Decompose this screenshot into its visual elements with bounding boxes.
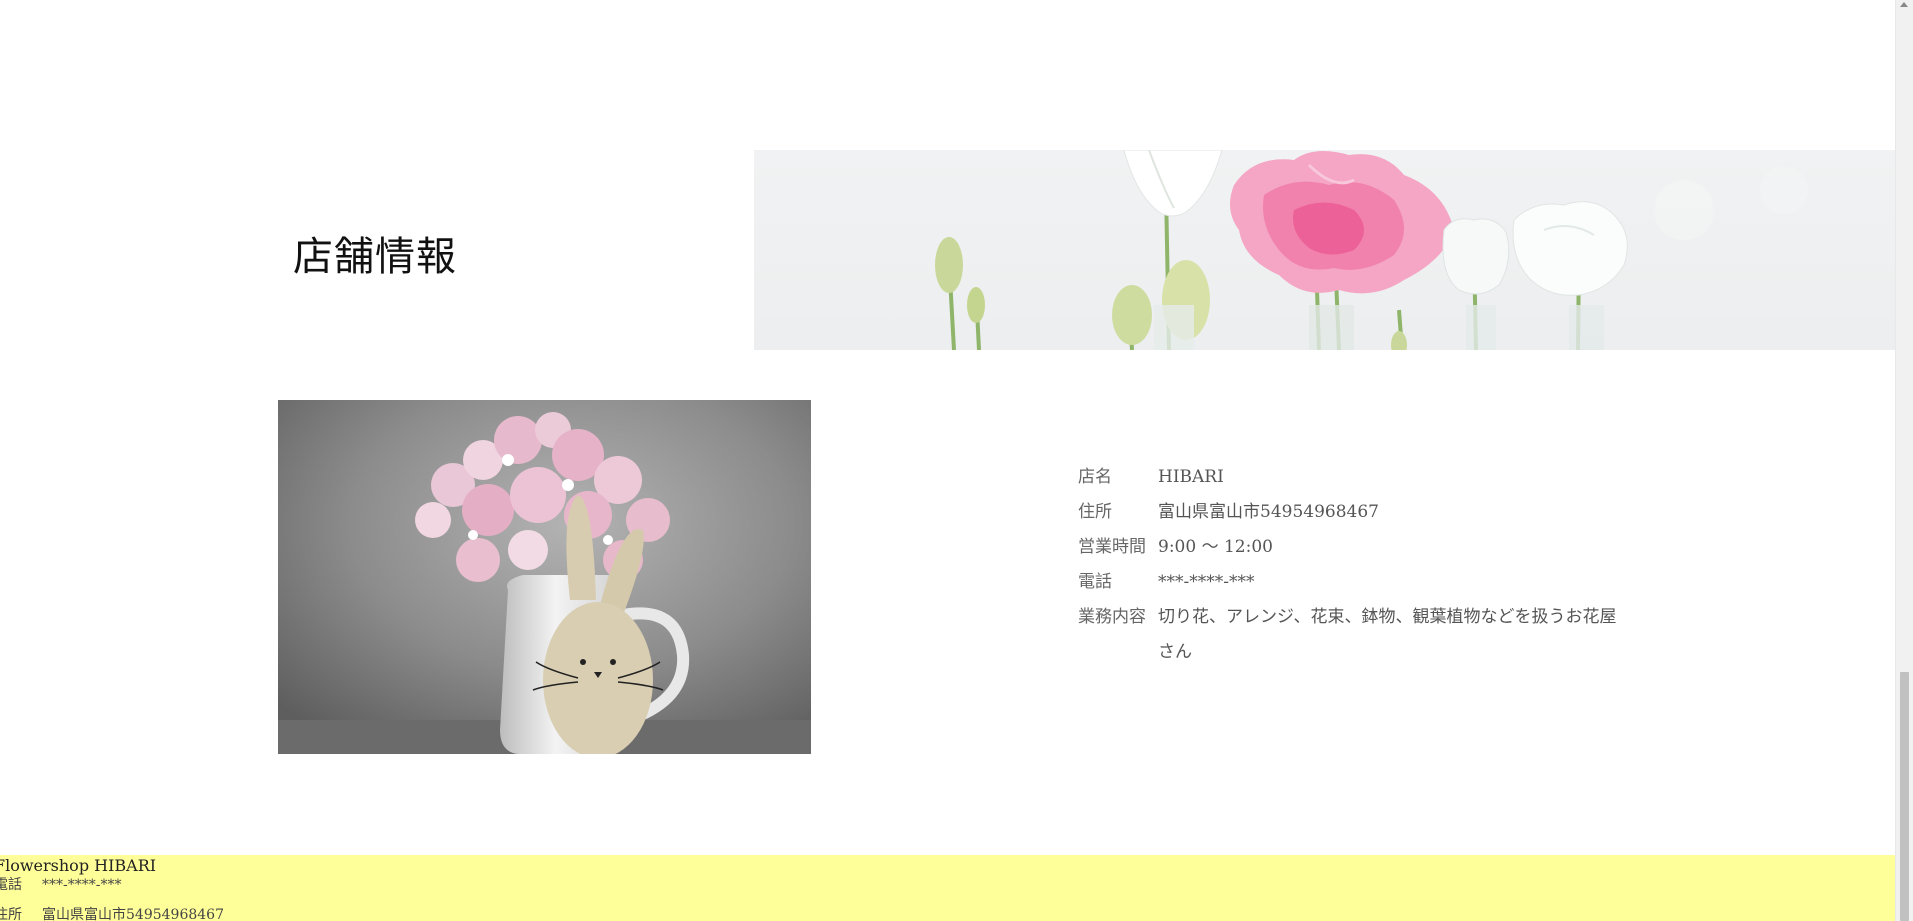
section-title: 店舗情報 — [293, 234, 457, 280]
info-row-hours: 営業時間 9:00 ～ 12:00 — [1078, 530, 1618, 565]
info-value: ***-****-*** — [1158, 572, 1255, 592]
shop-photo — [278, 400, 811, 754]
info-row-name: 店名 HIBARI — [1078, 460, 1618, 495]
info-value: HIBARI — [1158, 467, 1224, 487]
main-content: 店舗情報 店名 HIBARI 住所 富山県富山市54954968467 営業時間… — [0, 0, 1896, 921]
footer-address: 住所 富山県富山市54954968467 — [0, 905, 224, 921]
footer-shop-name: Flowershop HIBARI — [0, 856, 157, 875]
footer-phone-label: 電話 — [0, 877, 22, 893]
info-value: 9:00 ～ 12:00 — [1158, 537, 1273, 557]
footer-address-value: 富山県富山市54954968467 — [42, 907, 224, 921]
info-label: 営業時間 — [1078, 537, 1146, 557]
info-row-phone: 電話 ***-****-*** — [1078, 565, 1618, 600]
info-value: 切り花、アレンジ、花束、鉢物、観葉植物などを扱うお花屋さん — [1158, 607, 1617, 662]
info-row-address: 住所 富山県富山市54954968467 — [1078, 495, 1618, 530]
scrollbar-thumb[interactable] — [1900, 672, 1909, 921]
info-value: 富山県富山市54954968467 — [1158, 502, 1379, 522]
info-label: 電話 — [1078, 572, 1112, 592]
scroll-up-arrow-icon[interactable] — [1900, 2, 1908, 7]
info-label: 業務内容 — [1078, 607, 1146, 627]
vertical-scrollbar[interactable] — [1895, 0, 1913, 921]
info-row-business: 業務内容 切り花、アレンジ、花束、鉢物、観葉植物などを扱うお花屋さん — [1078, 600, 1618, 670]
footer-address-label: 住所 — [0, 907, 22, 921]
page: 店舗情報 店名 HIBARI 住所 富山県富山市54954968467 営業時間… — [0, 0, 1913, 921]
shop-photo-graphic — [278, 400, 811, 754]
flowers-banner-image — [754, 150, 1896, 350]
footer-phone-value: ***-****-*** — [42, 877, 122, 893]
footer: Flowershop HIBARI 電話 ***-****-*** 住所 富山県… — [0, 855, 1896, 921]
flowers-banner-graphic — [935, 150, 1808, 350]
shop-info-table: 店名 HIBARI 住所 富山県富山市54954968467 営業時間 9:00… — [1078, 460, 1618, 670]
info-label: 住所 — [1078, 502, 1112, 522]
footer-phone: 電話 ***-****-*** — [0, 875, 121, 895]
info-label: 店名 — [1078, 467, 1112, 487]
